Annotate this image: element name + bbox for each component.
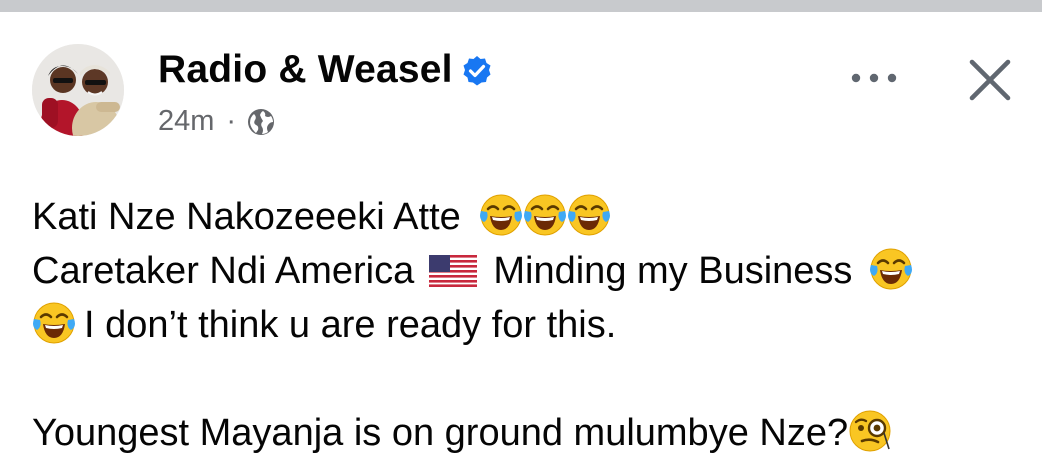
post-meta: 24m ·	[158, 105, 276, 138]
post-line-2: Caretaker Ndi America Minding my Busines…	[32, 244, 1032, 298]
more-horizontal-icon	[851, 73, 897, 83]
post-body: Kati Nze Nakozeeeki Atte Caretaker Ndi A…	[32, 190, 1032, 460]
top-divider-strip	[0, 0, 1042, 12]
more-options-button[interactable]	[846, 58, 902, 98]
us-flag-icon	[428, 255, 477, 287]
close-icon	[969, 59, 1011, 101]
face-with-tears-of-joy-icon	[869, 247, 913, 291]
post-text: Minding my Business	[493, 250, 853, 292]
post-line-3: I don’t think u are ready for this.	[32, 298, 1032, 352]
post-line-1: Kati Nze Nakozeeeki Atte	[32, 190, 1032, 244]
face-with-tears-of-joy-icon	[567, 193, 611, 237]
face-with-tears-of-joy-icon	[479, 193, 523, 237]
post-text: I don’t think u are ready for this.	[84, 304, 617, 346]
post-text: Youngest Mayanja is on ground mulumbye N…	[32, 412, 849, 454]
close-button[interactable]	[962, 52, 1018, 108]
face-with-tears-of-joy-icon	[32, 301, 76, 345]
post-text: Kati Nze Nakozeeeki Atte	[32, 196, 461, 238]
avatar[interactable]	[32, 44, 124, 136]
post-line-5: Youngest Mayanja is on ground mulumbye N…	[32, 406, 1032, 460]
meta-separator: ·	[226, 105, 237, 137]
face-with-monocle-icon	[848, 409, 892, 453]
timestamp[interactable]: 24m	[158, 105, 214, 138]
post-card: Radio & Weasel 24m · Kati Nze Nakozeeeki…	[0, 12, 1042, 462]
verified-badge-icon	[463, 56, 491, 86]
author-name[interactable]: Radio & Weasel	[158, 48, 453, 92]
globe-icon[interactable]	[246, 107, 276, 137]
face-with-tears-of-joy-icon	[523, 193, 567, 237]
post-text: Caretaker Ndi America	[32, 250, 415, 292]
